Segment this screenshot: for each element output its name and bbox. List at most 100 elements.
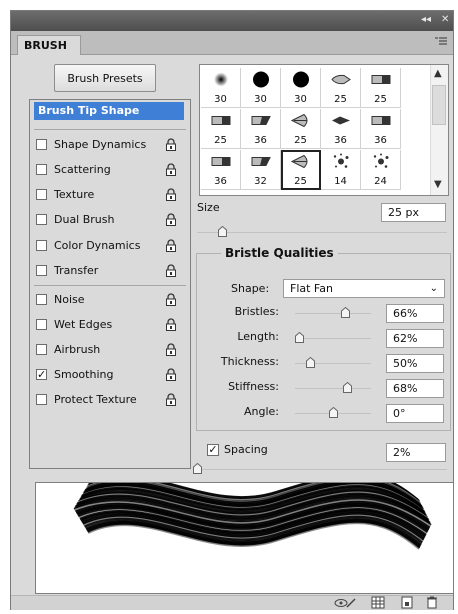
bristle-slider-knob[interactable] — [294, 331, 304, 343]
option-checkbox[interactable] — [36, 319, 47, 330]
brush-tip-splatter-icon — [372, 153, 390, 174]
brush-tip-grid[interactable]: 30 30 30 25 25 25 36 25 36 36 36 32 25 14 24 ▲ ▼ — [199, 64, 449, 196]
brush-presets-button[interactable]: Brush Presets — [54, 64, 156, 92]
bristle-qualities-title: Bristle Qualities — [221, 246, 338, 260]
panel-menu-icon[interactable] — [435, 35, 447, 48]
bristle-length-field[interactable]: 62% — [386, 329, 444, 348]
brush-tip-size: 25 — [294, 135, 307, 146]
spacing-checkbox[interactable]: ✓ — [207, 444, 219, 456]
tip-grid-scrollbar[interactable]: ▲ ▼ — [430, 65, 448, 195]
brush-tip-bristle-flat-icon — [210, 114, 232, 131]
bristle-slider-knob[interactable] — [306, 356, 316, 368]
option-label: Noise — [54, 293, 85, 306]
lock-icon[interactable] — [165, 138, 177, 151]
bristle-angle-field[interactable]: 0° — [386, 404, 444, 423]
shape-label: Shape: — [231, 282, 270, 295]
lock-icon[interactable] — [165, 318, 177, 331]
option-checkbox-checked[interactable]: ✓ — [36, 369, 47, 380]
brush-tip-cell[interactable]: 25 — [281, 150, 321, 190]
lock-icon[interactable] — [165, 163, 177, 176]
option-color-dynamics[interactable]: Color Dynamics — [30, 236, 190, 258]
shape-select[interactable]: Flat Fan ⌄ — [283, 279, 445, 298]
bristle-angle-label: Angle: — [243, 405, 279, 418]
brush-tip-cell[interactable]: 14 — [321, 150, 361, 190]
chevron-down-icon: ⌄ — [429, 283, 438, 294]
option-texture[interactable]: Texture — [30, 185, 190, 207]
option-protect-texture[interactable]: Protect Texture — [30, 390, 190, 412]
close-icon[interactable]: ✕ — [441, 14, 449, 25]
tab-bar: BRUSH — [11, 31, 453, 55]
brush-tip-cell[interactable]: 25 — [361, 68, 401, 108]
lock-icon[interactable] — [165, 188, 177, 201]
brush-tip-cell[interactable]: 25 — [281, 109, 321, 149]
scroll-up-icon[interactable]: ▲ — [434, 68, 442, 79]
option-shape-dynamics[interactable]: Shape Dynamics — [30, 135, 190, 157]
scroll-thumb[interactable] — [432, 85, 446, 125]
tab-brush[interactable]: BRUSH — [17, 35, 81, 55]
brush-tip-soft-round-icon — [212, 71, 230, 92]
brush-tip-cell[interactable]: 30 — [281, 68, 321, 108]
option-label: Scattering — [54, 163, 111, 176]
lock-icon[interactable] — [165, 368, 177, 381]
brush-tip-cell[interactable]: 24 — [361, 150, 401, 190]
brush-tip-cell[interactable]: 25 — [201, 109, 241, 149]
bristle-thickness-field[interactable]: 50% — [386, 354, 444, 373]
option-checkbox[interactable] — [36, 189, 47, 200]
option-checkbox[interactable] — [36, 139, 47, 150]
brush-tip-bristle-flat-icon — [210, 155, 232, 172]
brush-tip-cell[interactable]: 36 — [321, 109, 361, 149]
option-wet-edges[interactable]: Wet Edges — [30, 315, 190, 337]
spacing-field[interactable]: 2% — [386, 443, 446, 462]
bristle-slider-track — [295, 313, 371, 314]
option-checkbox[interactable] — [36, 394, 47, 405]
option-checkbox[interactable] — [36, 344, 47, 355]
lock-icon[interactable] — [165, 213, 177, 226]
option-checkbox[interactable] — [36, 265, 47, 276]
brush-tip-cell[interactable]: 30 — [241, 68, 281, 108]
bristle-slider-knob[interactable] — [329, 406, 338, 418]
trash-icon[interactable] — [425, 596, 439, 609]
brush-tip-size: 25 — [374, 94, 387, 105]
bristle-slider-knob[interactable] — [342, 381, 352, 393]
option-dual-brush[interactable]: Dual Brush — [30, 210, 190, 232]
bristle-slider-knob[interactable] — [341, 306, 351, 318]
collapse-icon[interactable]: ◂◂ — [421, 14, 431, 25]
brush-tip-cell[interactable]: 36 — [361, 109, 401, 149]
option-checkbox[interactable] — [36, 164, 47, 175]
brush-tip-cell[interactable]: 36 — [201, 150, 241, 190]
brush-tip-size: 25 — [334, 94, 347, 105]
spacing-slider-knob[interactable] — [193, 462, 202, 474]
option-airbrush[interactable]: Airbrush — [30, 340, 190, 362]
brush-tip-cell[interactable]: 32 — [241, 150, 281, 190]
brush-tip-cell[interactable]: 25 — [321, 68, 361, 108]
scroll-down-icon[interactable]: ▼ — [434, 179, 442, 190]
brush-tip-cell[interactable]: 30 — [201, 68, 241, 108]
lock-icon[interactable] — [165, 264, 177, 277]
bristle-thickness-label: Thickness: — [220, 355, 279, 368]
option-checkbox[interactable] — [36, 294, 47, 305]
brush-tip-cell[interactable]: 36 — [241, 109, 281, 149]
bristle-bristles-label: Bristles: — [234, 305, 279, 318]
spacing-label: Spacing — [224, 443, 268, 456]
grid-icon[interactable] — [371, 596, 385, 609]
size-slider-track — [197, 232, 447, 233]
option-transfer[interactable]: Transfer — [30, 261, 190, 283]
lock-icon[interactable] — [165, 293, 177, 306]
option-scattering[interactable]: Scattering — [30, 160, 190, 182]
option-brush-tip-shape[interactable]: Brush Tip Shape — [30, 101, 190, 123]
size-field[interactable]: 25 px — [381, 203, 446, 222]
lock-icon[interactable] — [165, 393, 177, 406]
option-smoothing[interactable]: ✓ Smoothing — [30, 365, 190, 387]
lock-icon[interactable] — [165, 239, 177, 252]
size-slider-knob[interactable] — [218, 225, 227, 237]
bristle-stiffness-field[interactable]: 68% — [386, 379, 444, 398]
lock-icon[interactable] — [165, 343, 177, 356]
option-checkbox[interactable] — [36, 214, 47, 225]
option-label: Airbrush — [54, 343, 101, 356]
brush-tip-size: 25 — [294, 176, 307, 187]
bristle-bristles-field[interactable]: 66% — [386, 304, 444, 323]
eye-brush-icon[interactable] — [333, 596, 357, 609]
option-noise[interactable]: Noise — [30, 290, 190, 312]
option-checkbox[interactable] — [36, 240, 47, 251]
new-preset-icon[interactable] — [400, 596, 414, 609]
